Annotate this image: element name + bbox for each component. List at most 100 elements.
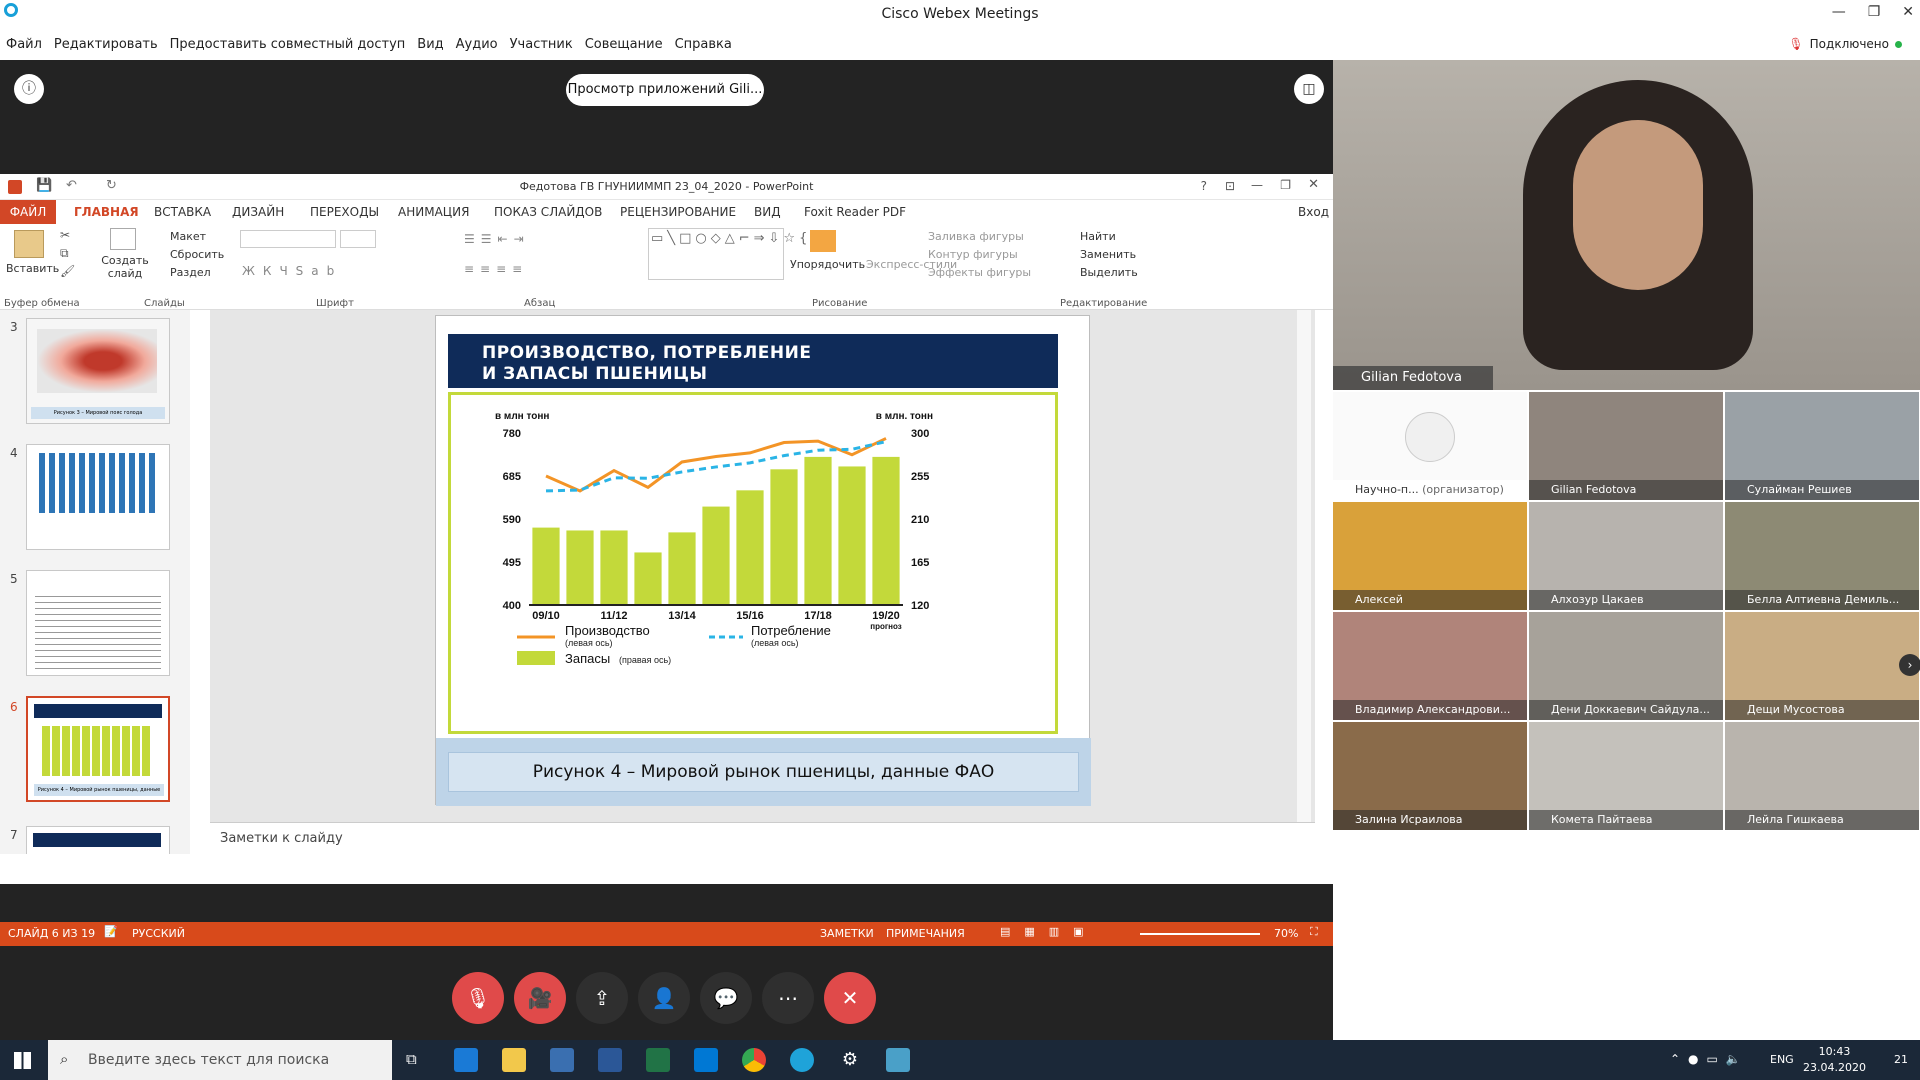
app-view-button[interactable]: Просмотр приложений Gili... [566,74,764,106]
shape-effects-button[interactable]: Эффекты фигуры [928,266,1031,279]
slide-thumb-4[interactable] [26,444,170,550]
stop-video-button[interactable]: 🎥 [514,972,566,1024]
webex-taskbar-icon[interactable] [790,1048,814,1072]
chrome-icon[interactable] [742,1048,766,1072]
menu-view[interactable]: Вид [417,37,443,52]
participant-tile[interactable]: Алексей [1333,502,1527,610]
tab-transitions[interactable]: ПЕРЕХОДЫ [310,205,379,219]
tab-design[interactable]: ДИЗАЙН [232,205,284,219]
participant-tile[interactable]: Владимир Александрови... [1333,612,1527,720]
signin-link[interactable]: Вход [1298,205,1329,219]
mute-button[interactable]: 🎙 [452,972,504,1024]
menu-help[interactable]: Справка [675,37,732,52]
tab-insert[interactable]: ВСТАВКА [154,205,211,219]
notes-pane[interactable]: Заметки к слайду [210,822,1315,854]
participants-button[interactable]: 👤 [638,972,690,1024]
participant-tile[interactable]: Лейла Гишкаева [1725,722,1919,830]
settings-icon[interactable]: ⚙ [838,1048,862,1072]
zoom-slider[interactable] [1140,933,1260,935]
menu-file[interactable]: Файл [6,37,42,52]
participant-tile[interactable]: Алхозур Цакаев [1529,502,1723,610]
chat-button[interactable]: 💬 [700,972,752,1024]
font-name-input[interactable] [240,230,336,248]
layout-button[interactable]: Макет [170,230,206,243]
store-icon[interactable] [550,1048,574,1072]
find-button[interactable]: Найти [1080,230,1116,243]
paste-icon[interactable] [14,230,44,258]
ppt-restore-icon[interactable]: ❐ [1280,178,1291,192]
layout-icon[interactable]: ◫ [1294,74,1324,104]
participant-tile[interactable]: Дени Доккаевич Сайдула... [1529,612,1723,720]
explorer-icon[interactable] [502,1048,526,1072]
ppt-minimize-icon[interactable]: — [1251,178,1263,192]
paste-button[interactable]: Вставить [6,262,59,275]
slide-thumb-5[interactable] [26,570,170,676]
participant-tile[interactable]: Дещи Мусостова [1725,612,1919,720]
tab-foxit[interactable]: Foxit Reader PDF [804,205,906,219]
shapes-gallery[interactable]: ▭╲□○◇△⌐⇒⇩☆{} [648,228,820,280]
paragraph-icons[interactable]: ☰☰⇤⇥ [464,232,530,246]
info-icon[interactable]: ⓘ [14,74,44,104]
section-button[interactable]: Раздел [170,266,211,279]
font-size-input[interactable] [340,230,376,248]
notification-count[interactable]: 21 [1894,1053,1908,1066]
menu-audio[interactable]: Аудио [456,37,498,52]
next-page-icon[interactable]: › [1899,654,1920,676]
arrange-button[interactable]: Упорядочить [790,258,865,271]
replace-button[interactable]: Заменить [1080,248,1136,261]
taskbar-search-input[interactable]: Введите здесь текст для поиска [48,1040,392,1080]
reset-button[interactable]: Сбросить [170,248,224,261]
ppt-close-icon[interactable]: ✕ [1308,177,1319,192]
align-icons[interactable]: ≡≡≡≡ [464,262,528,276]
format-painter-icon[interactable]: 🖌 [60,264,75,278]
restore-icon[interactable]: ❐ [1868,4,1881,20]
participant-tile[interactable]: Научно-п... (организатор) [1333,392,1527,500]
participant-tile[interactable]: Сулайман Решиев [1725,392,1919,500]
fit-slide-icon[interactable]: ⛶ [1310,925,1318,939]
cut-icon[interactable]: ✂ [60,228,70,242]
language-label[interactable]: РУССКИЙ [132,927,185,940]
shape-fill-button[interactable]: Заливка фигуры [928,230,1024,243]
menu-participant[interactable]: Участник [510,37,573,52]
tab-home[interactable]: ГЛАВНАЯ [74,205,139,219]
slide-thumb-6[interactable]: Рисунок 4 – Мировой рынок пшеницы, данны… [26,696,170,802]
app-icon[interactable] [886,1048,910,1072]
slide-thumb-3[interactable]: Рисунок 3 – Мировой пояс голода [26,318,170,424]
shape-outline-button[interactable]: Контур фигуры [928,248,1018,261]
clock[interactable]: 10:43 23.04.2020 [1803,1044,1866,1076]
participant-tile[interactable]: Gilian Fedotova [1529,392,1723,500]
font-format-icons[interactable]: ЖКЧSab [242,264,342,278]
windows-start-icon[interactable] [14,1052,31,1069]
menu-meeting[interactable]: Совещание [585,37,663,52]
copy-icon[interactable]: ⧉ [60,246,69,261]
help-icon[interactable]: ? [1201,179,1207,193]
edge-icon[interactable] [454,1048,478,1072]
tab-animation[interactable]: АНИМАЦИЯ [398,205,469,219]
input-language[interactable]: ENG [1770,1053,1794,1066]
slide-thumb-7[interactable] [26,826,170,854]
tab-file[interactable]: ФАЙЛ [0,200,56,224]
spellcheck-icon[interactable]: 📝 [104,925,118,938]
slide-canvas[interactable]: ПРОИЗВОДСТВО, ПОТРЕБЛЕНИЕ И ЗАПАСЫ ПШЕНИ… [435,315,1091,806]
editor-scrollbar[interactable] [1297,310,1311,822]
select-button[interactable]: Выделить [1080,266,1138,279]
participant-tile[interactable]: Белла Алтиевна Демиль... [1725,502,1919,610]
tab-slideshow[interactable]: ПОКАЗ СЛАЙДОВ [494,205,602,219]
minimize-icon[interactable]: — [1832,4,1846,20]
comments-toggle[interactable]: ПРИМЕЧАНИЯ [886,927,965,940]
ribbon-display-icon[interactable]: ⊡ [1225,179,1235,193]
tab-review[interactable]: РЕЦЕНЗИРОВАНИЕ [620,205,736,219]
excel-icon[interactable] [646,1048,670,1072]
participant-tile[interactable]: Залина Исраилова [1333,722,1527,830]
notes-toggle[interactable]: ЗАМЕТКИ [820,927,874,940]
view-icons[interactable]: ▤▦▥▣ [1000,925,1098,938]
new-slide-button[interactable]: Создать слайд [100,254,150,280]
participant-tile[interactable]: Комета Пайтаева [1529,722,1723,830]
tray-icons[interactable]: ⌃●▭🔈 [1670,1052,1749,1066]
mail-icon[interactable] [694,1048,718,1072]
task-view-icon[interactable]: ⧉ [406,1050,417,1068]
new-slide-icon[interactable] [110,228,136,250]
close-icon[interactable]: ✕ [1902,4,1914,20]
leave-button[interactable]: ✕ [824,972,876,1024]
tab-view[interactable]: ВИД [754,205,781,219]
